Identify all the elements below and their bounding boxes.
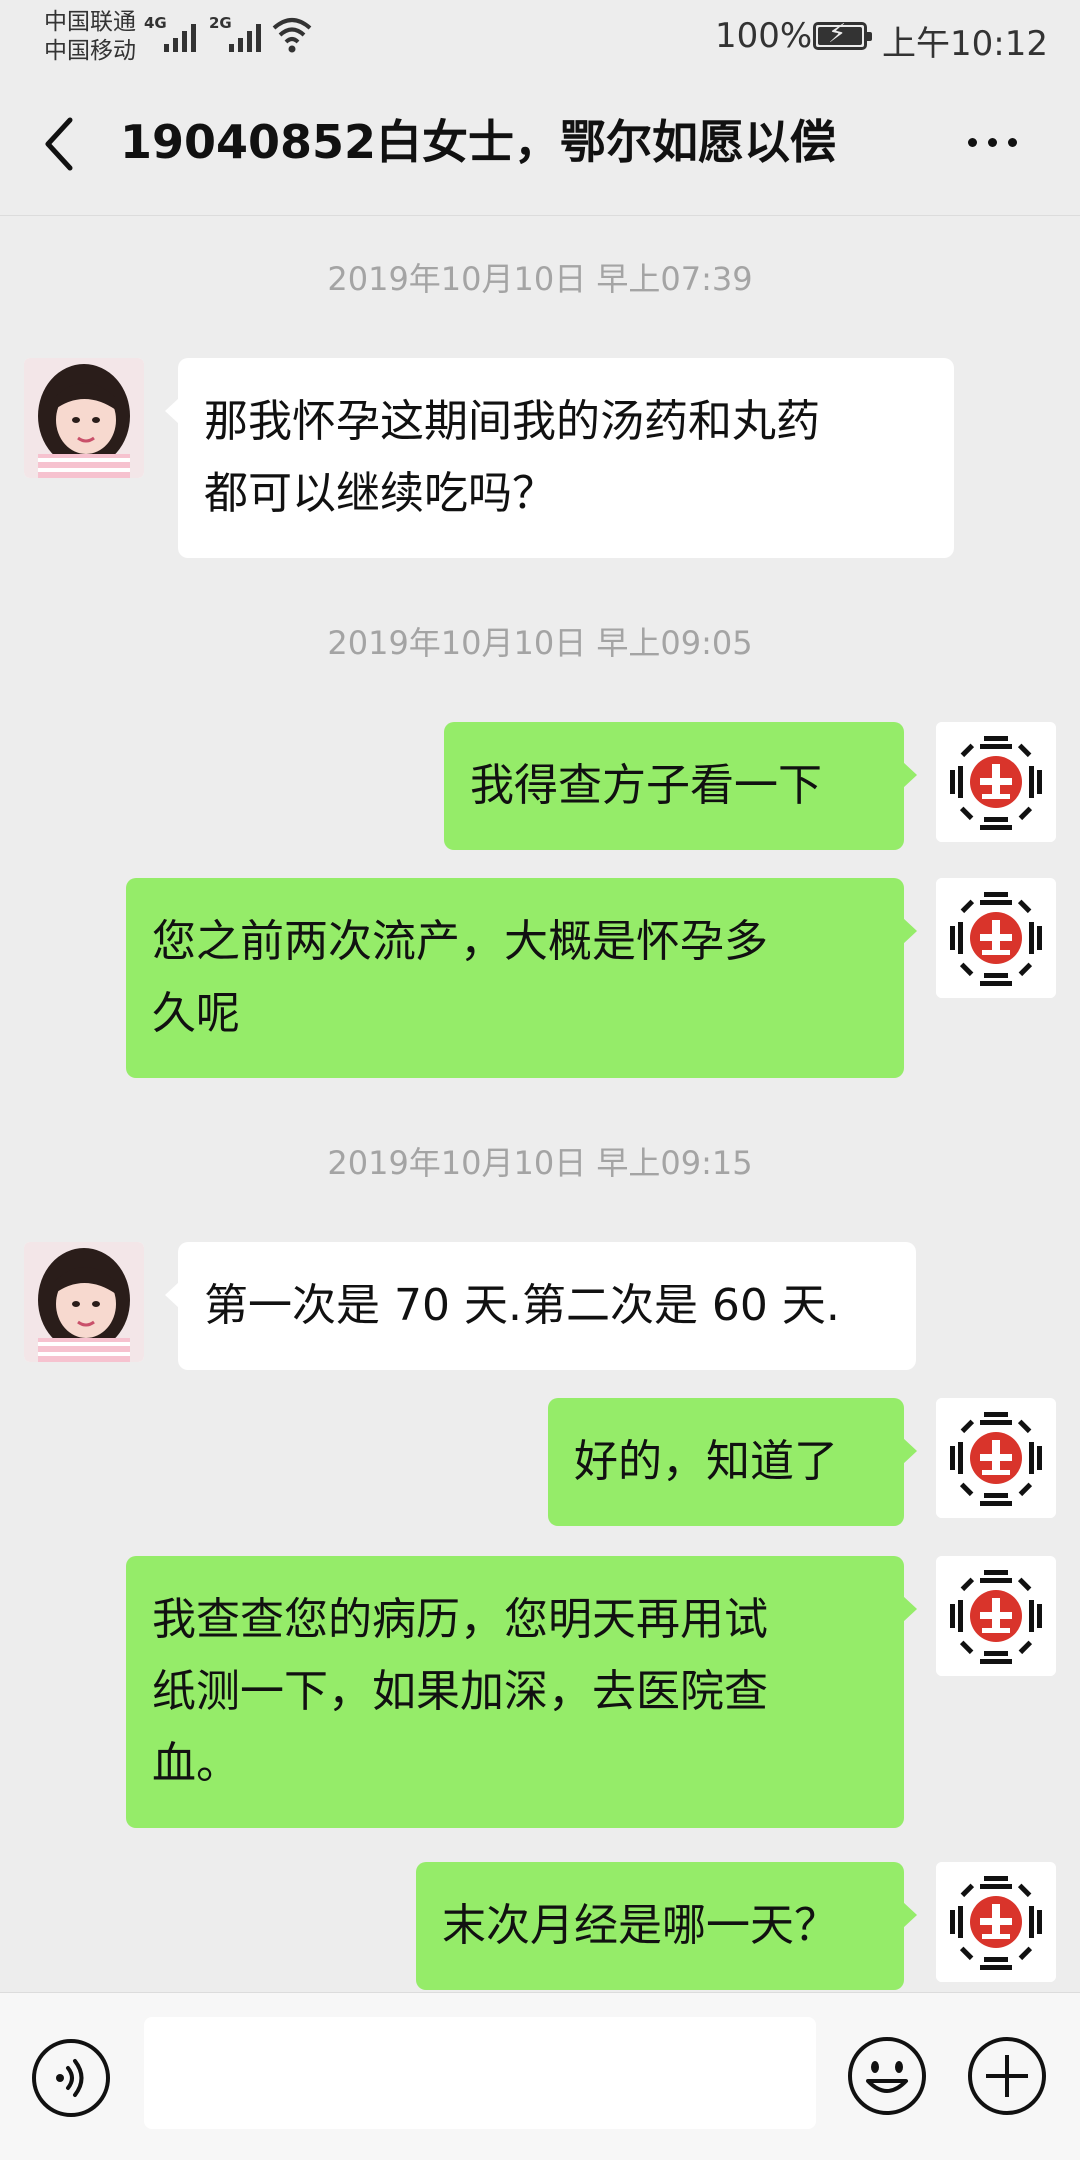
self-avatar[interactable] xyxy=(936,1398,1056,1518)
contact-avatar[interactable] xyxy=(24,1242,144,1362)
message-line: 好的，知道了 xyxy=(574,1436,838,1487)
chevron-left-icon[interactable] xyxy=(40,114,84,174)
self-avatar[interactable] xyxy=(936,1862,1056,1982)
message-line: 血。 xyxy=(152,1738,240,1789)
message-bubble-sent[interactable]: 您之前两次流产，大概是怀孕多 久呢 xyxy=(126,878,917,1078)
message-line: 纸测一下，如果加深，去医院查 xyxy=(152,1666,768,1717)
chat-header: 19040852白女士，鄂尔如愿以偿 xyxy=(0,70,1080,216)
message-line: 久呢 xyxy=(152,988,240,1039)
emoji-icon[interactable] xyxy=(846,2035,928,2117)
plus-icon[interactable] xyxy=(966,2035,1048,2117)
carrier-labels: 中国联通 中国移动 xyxy=(44,8,136,66)
message-bubble-sent[interactable]: 好的，知道了 xyxy=(548,1398,917,1526)
status-bar: 中国联通 中国移动 4G 2G 100% ⚡ 上午10:12 xyxy=(0,0,1080,70)
message-bubble-sent[interactable]: 我查查您的病历，您明天再用试 纸测一下，如果加深，去医院查 血。 xyxy=(126,1556,917,1828)
chat-title: 19040852白女士，鄂尔如愿以偿 xyxy=(120,115,837,169)
carrier-1: 中国联通 xyxy=(44,9,136,35)
message-line: 您之前两次流产，大概是怀孕多 xyxy=(152,916,768,967)
timestamp: 2019年10月10日 早上09:15 xyxy=(327,1144,753,1182)
clock: 上午10:12 xyxy=(882,24,1048,64)
message-bubble-sent[interactable]: 末次月经是哪一天？ xyxy=(416,1862,917,1990)
battery-percent: 100% xyxy=(715,16,813,56)
timestamp: 2019年10月10日 早上07:39 xyxy=(327,260,753,298)
charging-icon: ⚡ xyxy=(828,19,847,49)
message-line: 我得查方子看一下 xyxy=(470,760,822,811)
message-line: 末次月经是哪一天？ xyxy=(442,1900,838,1951)
signal-icon xyxy=(164,22,196,52)
signal-icon-2 xyxy=(229,22,261,52)
input-bar xyxy=(0,1992,1080,2160)
message-line: 都可以继续吃吗？ xyxy=(204,468,556,519)
message-bubble-received[interactable]: 第一次是 70 天.第二次是 60 天. xyxy=(165,1242,916,1370)
wifi-icon xyxy=(272,18,312,53)
self-avatar[interactable] xyxy=(936,1556,1056,1676)
self-avatar[interactable] xyxy=(936,722,1056,842)
self-avatar[interactable] xyxy=(936,878,1056,998)
timestamp: 2019年10月10日 早上09:05 xyxy=(327,624,753,662)
contact-avatar[interactable] xyxy=(24,358,144,478)
more-dots-icon[interactable] xyxy=(968,138,1017,147)
message-bubble-sent[interactable]: 我得查方子看一下 xyxy=(444,722,917,850)
carrier-2: 中国移动 xyxy=(44,38,136,64)
message-line: 我查查您的病历，您明天再用试 xyxy=(152,1594,768,1645)
voice-icon[interactable] xyxy=(30,2037,112,2119)
message-input[interactable] xyxy=(144,2017,816,2129)
message-bubble-received[interactable]: 那我怀孕这期间我的汤药和丸药 都可以继续吃吗？ xyxy=(165,358,954,558)
message-line: 第一次是 70 天.第二次是 60 天. xyxy=(204,1280,840,1331)
message-line: 那我怀孕这期间我的汤药和丸药 xyxy=(204,396,820,447)
